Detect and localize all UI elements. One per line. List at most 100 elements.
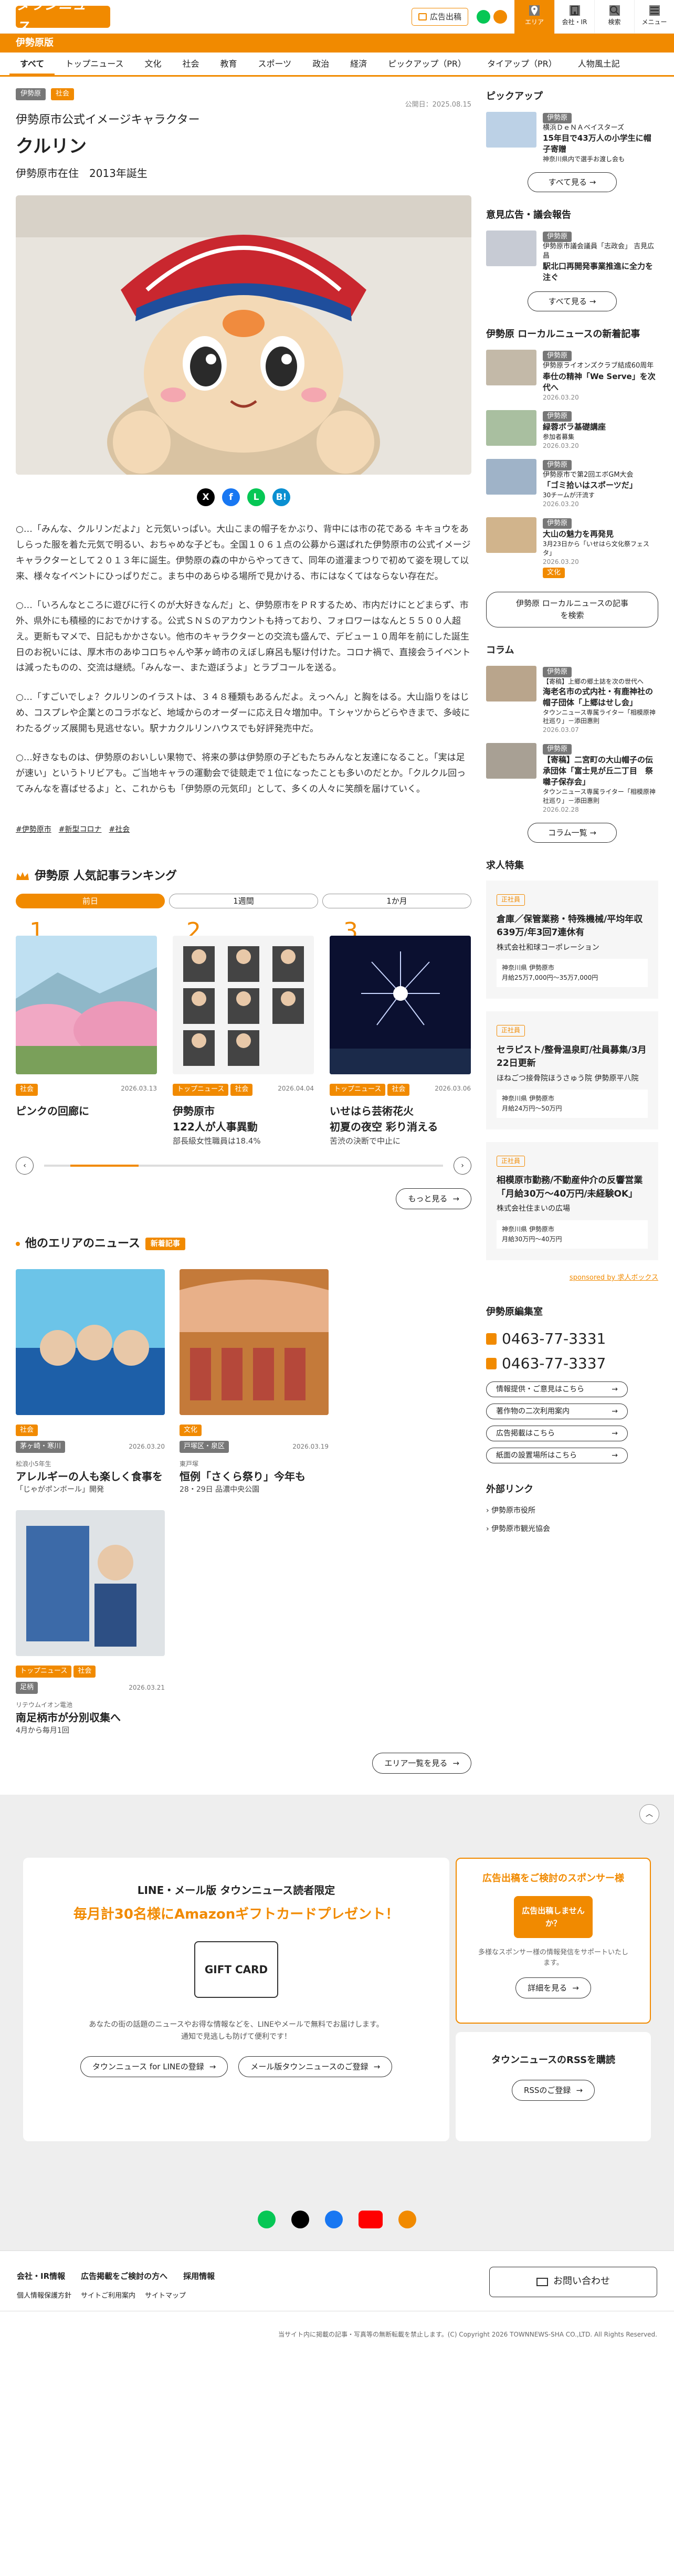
local-news-item[interactable]: 伊勢原 伊勢原市で第2回エボGM大会 「ゴミ拾いはスポーツだ」 30チームが汗流す 20…: [486, 459, 658, 509]
prev-arrow-icon[interactable]: ‹: [16, 1157, 34, 1175]
next-arrow-icon[interactable]: ›: [454, 1157, 471, 1175]
bullet-icon: [16, 1241, 20, 1246]
line-register-button[interactable]: タウンニュース for LINEの登録 →: [80, 2056, 228, 2078]
news-subtitle: 「じゃがポンボール」開発: [16, 1485, 104, 1494]
external-link[interactable]: › 伊勢原市役所: [486, 1505, 658, 1516]
hashtag-link[interactable]: #新型コロナ: [59, 824, 102, 835]
opinion-item[interactable]: 伊勢原 伊勢原市議会議員「志政会」 吉見広昌 駅北口再開発事業推進に全力を注ぐ: [486, 230, 658, 284]
area-tag[interactable]: 伊勢原: [16, 88, 46, 100]
other-area-thumbnail: [16, 1269, 165, 1415]
cat-tab[interactable]: 文化: [134, 57, 172, 71]
cat-tab[interactable]: 人物風土記: [567, 57, 630, 71]
ad-publish-button[interactable]: 広告出稿: [411, 7, 468, 26]
slider-track[interactable]: [44, 1165, 443, 1167]
line-share-icon[interactable]: L: [247, 488, 265, 507]
column-item[interactable]: 伊勢原 【寄稿】二宮町の大山帽子の伝承団体「富士見が丘二丁目 祭囃子保存会」 タウン…: [486, 742, 658, 814]
job-card[interactable]: 正社員 相模原市勤務/不動産仲介の反響営業「月給30万〜40万円/未経験OK」 株式…: [486, 1142, 658, 1261]
ranking-tab-month[interactable]: 1か月: [322, 894, 471, 909]
column-item[interactable]: 伊勢原 【寄稿】上郷の郷土誌を次の世代へ 海老名市の式内社・有鹿神社の帽子団体「上郷…: [486, 665, 658, 735]
line-icon[interactable]: [258, 2210, 276, 2228]
facebook-share-icon[interactable]: f: [222, 488, 240, 507]
other-area-card[interactable]: 文化 戸塚区・泉区 2026.03.19 東戸塚 恒例「さくら祭り」今年も 28・…: [180, 1269, 329, 1496]
ranking-slider: ‹ ›: [16, 1157, 471, 1175]
footer-sublink[interactable]: サイトご利用案内: [81, 2291, 135, 2302]
x-share-icon[interactable]: X: [197, 488, 215, 507]
line-icon[interactable]: [477, 9, 490, 24]
facebook-icon[interactable]: [325, 2210, 343, 2228]
job-card[interactable]: 正社員 セラピスト/整骨温泉町/社員募集/3月22日更新 ほねごつ接骨院ほうさゅう院…: [486, 1011, 658, 1130]
cat-tab[interactable]: 社会: [172, 57, 209, 71]
phone-number[interactable]: 0463-77-3331: [486, 1327, 658, 1351]
local-news-item[interactable]: 伊勢原 大山の魅力を再発見 3月23日から「いせはら文化祭フェスタ」 2026.03.…: [486, 517, 658, 578]
other-area-heading: 他のエリアのニュース 新着記事: [16, 1234, 471, 1253]
footer-link[interactable]: 会社・IR情報: [17, 2270, 65, 2282]
cat-tab[interactable]: ピックアップ（PR）: [377, 57, 477, 71]
cat-tab[interactable]: 政治: [302, 57, 340, 71]
pickup-item[interactable]: 伊勢原 横浜ＤｅＮＡベイスターズ 15年目で43万人の小学生に帽子寄贈 神奈川県内で選…: [486, 111, 658, 164]
local-news-item[interactable]: 伊勢原 緑蓉ボラ基礎講座 参加者募集 2026.03.20: [486, 410, 658, 451]
contact-button[interactable]: お問い合わせ: [489, 2266, 657, 2297]
other-area-card[interactable]: 社会 茅ヶ崎・寒川 2026.03.20 松浪小5年生 アレルギーの人も楽しく食事…: [16, 1269, 165, 1496]
cat-tab[interactable]: スポーツ: [248, 57, 302, 71]
news-subtitle: 28・29日 品濃中央公園: [180, 1485, 260, 1494]
column-heading: コラム: [486, 644, 514, 656]
menu-nav[interactable]: メニュー: [634, 0, 674, 34]
editorial-link[interactable]: 情報提供・ご意見はこちら →: [486, 1381, 628, 1398]
local-news-thumbnail: [486, 410, 536, 446]
ranking-tab-day[interactable]: 前日: [16, 894, 165, 909]
footer-link[interactable]: 広告掲載をご検討の方へ: [81, 2270, 167, 2282]
footer-link[interactable]: 採用情報: [183, 2270, 215, 2282]
pickup-more-button[interactable]: すべて見る →: [528, 172, 617, 192]
ranking-card[interactable]: 2 トップニュース 社会 2026.04.04 伊勢原市 122人が人事異動 部長級…: [173, 920, 314, 1147]
local-news-heading: 伊勢原 ローカルニュースの新着記事: [486, 329, 640, 340]
phone-icon: [486, 1333, 497, 1345]
footer-links-area: 会社・IR情報 広告掲載をご検討の方へ 採用情報 個人情報保護方針 サイトご利用…: [0, 2250, 674, 2470]
job-card[interactable]: 正社員 倉庫／保管業務・特殊機械/平均年収639万/年3回7連休有 株式会社和球コー…: [486, 881, 658, 999]
local-news-search-button[interactable]: 伊勢原 ローカルニュースの記事 を検索: [486, 591, 658, 627]
area-nav[interactable]: エリア: [514, 0, 554, 34]
hatena-share-icon[interactable]: B!: [272, 488, 290, 507]
rss-register-button[interactable]: RSSのご登録 →: [511, 2079, 595, 2101]
site-logo[interactable]: タウンニュース: [16, 0, 110, 35]
company-nav[interactable]: 会社・IR: [554, 0, 594, 34]
fax-number[interactable]: 0463-77-3337: [486, 1352, 658, 1376]
cat-tab[interactable]: 経済: [340, 57, 377, 71]
mail-icon: [536, 2277, 548, 2286]
opinion-more-button[interactable]: すべて見る →: [528, 291, 617, 312]
category-badge: トップニュース: [173, 1084, 229, 1096]
other-area-card[interactable]: トップニュース 社会 足柄 2026.03.21 リテウムイオン電池 南足柄市が分別…: [16, 1510, 165, 1737]
x-icon[interactable]: [291, 2210, 309, 2228]
hashtag-link[interactable]: #社会: [109, 824, 130, 835]
news-date: 2026.03.19: [292, 1442, 329, 1450]
footer-sublink[interactable]: サイトマップ: [145, 2291, 186, 2302]
editorial-link[interactable]: 著作物の二次利用案内 →: [486, 1404, 628, 1420]
ranking-more-button[interactable]: もっと見る →: [396, 1188, 471, 1210]
hashtag-link[interactable]: #伊勢原市: [16, 824, 51, 835]
column-more-button[interactable]: コラム一覧 →: [528, 822, 617, 843]
mail-register-button[interactable]: メール版タウンニュースのご登録 →: [238, 2056, 393, 2078]
sponsor-link[interactable]: sponsored by 求人ボックス: [486, 1273, 658, 1284]
sponsor-detail-button[interactable]: 詳細を見る →: [515, 1977, 591, 1999]
editorial-link[interactable]: 広告掲載はこちら →: [486, 1426, 628, 1442]
ranking-card[interactable]: 1 社会 2026.03.13 ピンクの回廊に: [16, 920, 157, 1147]
cat-tab-all[interactable]: すべて: [9, 57, 55, 76]
footer-sublink[interactable]: 個人情報保護方針: [17, 2291, 71, 2302]
ranking-tab-week[interactable]: 1週間: [169, 894, 318, 909]
back-to-top-icon[interactable]: ︿: [639, 1804, 659, 1824]
cat-tab[interactable]: タイアップ（PR）: [477, 57, 567, 71]
external-link[interactable]: › 伊勢原市観光協会: [486, 1523, 658, 1535]
category-tag[interactable]: 社会: [51, 88, 75, 100]
cat-tab[interactable]: トップニュース: [55, 57, 134, 71]
editorial-link[interactable]: 紙面の設置場所はこちら →: [486, 1448, 628, 1464]
youtube-icon[interactable]: [359, 2210, 383, 2228]
local-news-item[interactable]: 伊勢原 伊勢原ライオンズクラブ結成60周年 奉仕の精神「We Serve」を次代へ 2…: [486, 350, 658, 402]
article-title: クルリン: [16, 135, 87, 157]
rss-icon[interactable]: [398, 2210, 416, 2228]
rss-icon[interactable]: [493, 9, 507, 24]
search-nav[interactable]: 検索: [594, 0, 634, 34]
ranking-list: 1 社会 2026.03.13 ピンクの回廊に 2 トップニュース 社会 2026.0…: [16, 920, 471, 1147]
ranking-card[interactable]: 3 トップニュース 社会 2026.03.06 いせはら芸術花火 初夏の夜空 彩り消…: [330, 920, 471, 1147]
opinion-thumbnail: [486, 230, 536, 266]
cat-tab[interactable]: 教育: [209, 57, 247, 71]
area-list-button[interactable]: エリア一覧を見る →: [372, 1752, 471, 1774]
